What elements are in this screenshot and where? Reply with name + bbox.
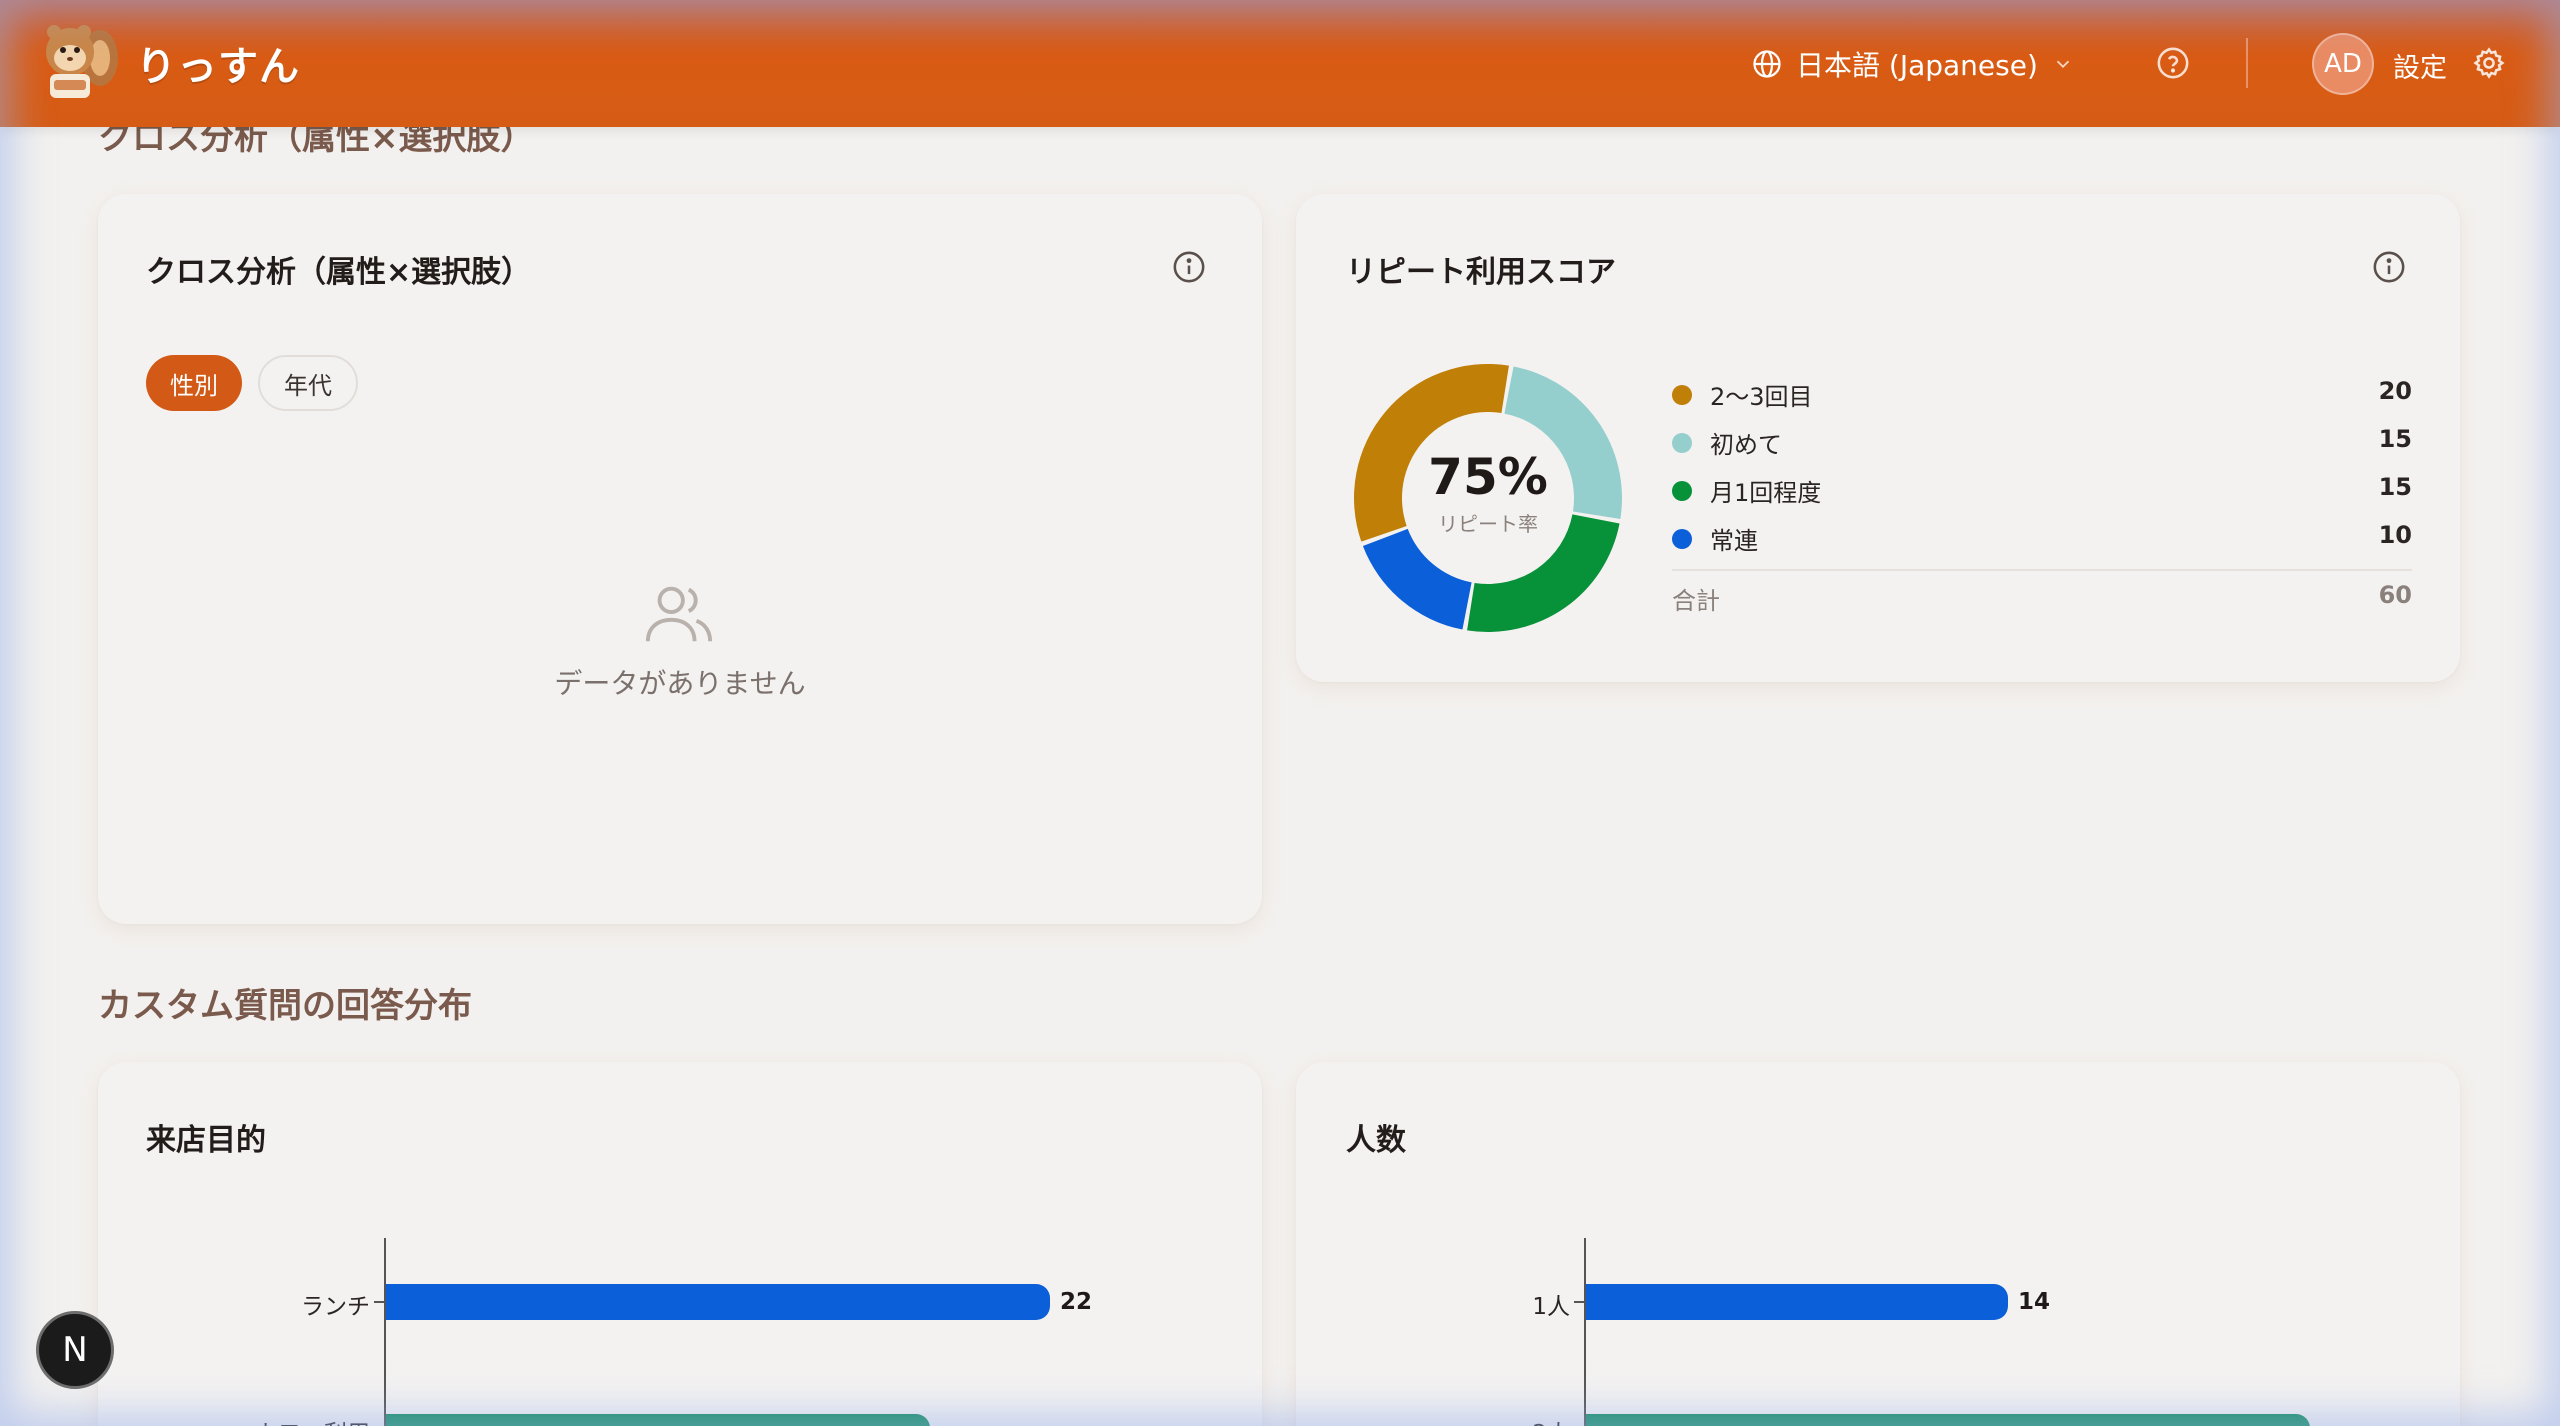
bar-label: 2人 (1400, 1414, 1570, 1426)
purpose-axis (384, 1238, 386, 1426)
section-title-custom: カスタム質問の回答分布 (98, 986, 472, 1026)
legend-item: 月1回程度 15 (1672, 470, 2412, 510)
settings-link[interactable]: 設定 (2393, 46, 2447, 85)
gear-icon[interactable] (2472, 46, 2506, 80)
bar-lunch (386, 1284, 1050, 1320)
legend-item: 初めて 15 (1672, 422, 2412, 462)
people-title: 人数 (1346, 1123, 1406, 1158)
cross-analysis-card (98, 194, 1262, 924)
help-icon[interactable] (2156, 46, 2190, 80)
header-divider (2246, 38, 2248, 88)
repeat-score-title: リピート利用スコア (1346, 255, 1616, 290)
language-selector[interactable]: 日本語 (Japanese) (1752, 40, 2074, 88)
dev-tools-badge[interactable]: N (36, 1311, 114, 1389)
info-icon[interactable] (1172, 250, 1206, 284)
repeat-rate-label: リピート率 (1438, 512, 1538, 536)
globe-icon (1753, 50, 1781, 78)
language-label: 日本語 (Japanese) (1796, 49, 2038, 82)
axis-tick (1574, 1301, 1584, 1303)
legend-value: 15 (2378, 425, 2412, 453)
total-label: 合計 (1672, 587, 1720, 615)
squirrel-logo-icon[interactable] (36, 18, 120, 106)
user-avatar[interactable]: AD (2312, 33, 2374, 95)
bar-label: ランチ (301, 1294, 370, 1320)
bar-value: 14 (2018, 1289, 2051, 1315)
app-header: りっすん 日本語 (Japanese) AD 設定 (0, 0, 2560, 127)
legend-item: 常連 10 (1672, 518, 2412, 558)
legend-value: 20 (2378, 377, 2412, 405)
legend-swatch (1672, 481, 1692, 501)
bar-cafe (386, 1414, 930, 1426)
legend-swatch (1672, 433, 1692, 453)
people-axis (1584, 1238, 1586, 1426)
purpose-card (98, 1062, 1262, 1426)
legend-label: 常連 (1710, 527, 1758, 555)
bar-label: 1人 (1532, 1294, 1570, 1320)
legend-swatch (1672, 529, 1692, 549)
legend-value: 15 (2378, 473, 2412, 501)
cross-analysis-title: クロス分析（属性×選択肢） (146, 255, 532, 290)
legend-label: 2〜3回目 (1710, 383, 1813, 411)
legend-divider (1672, 569, 2412, 571)
bar-one-person (1586, 1284, 2008, 1320)
info-icon[interactable] (2372, 250, 2406, 284)
total-value: 60 (2378, 581, 2412, 609)
users-icon (645, 586, 713, 642)
repeat-rate-value: 75% (1428, 448, 1548, 506)
chip-age[interactable]: 年代 (258, 355, 358, 411)
empty-state-text: データがありません (554, 667, 806, 700)
legend-label: 月1回程度 (1710, 479, 1822, 507)
app-logo-text[interactable]: りっすん (136, 34, 300, 92)
bar-label: カフェ利用 (200, 1414, 370, 1426)
legend-item: 2〜3回目 20 (1672, 374, 2412, 414)
bar-value: 22 (1060, 1289, 1093, 1315)
people-card (1296, 1062, 2460, 1426)
legend-swatch (1672, 385, 1692, 405)
chip-gender[interactable]: 性別 (146, 355, 242, 411)
donut-segment-3 (1362, 528, 1472, 630)
chevron-down-icon (2056, 60, 2070, 69)
legend-label: 初めて (1710, 431, 1782, 459)
legend-value: 10 (2378, 521, 2412, 549)
purpose-title: 来店目的 (146, 1123, 266, 1158)
bar-two-people (1586, 1414, 2310, 1426)
axis-tick (374, 1301, 384, 1303)
